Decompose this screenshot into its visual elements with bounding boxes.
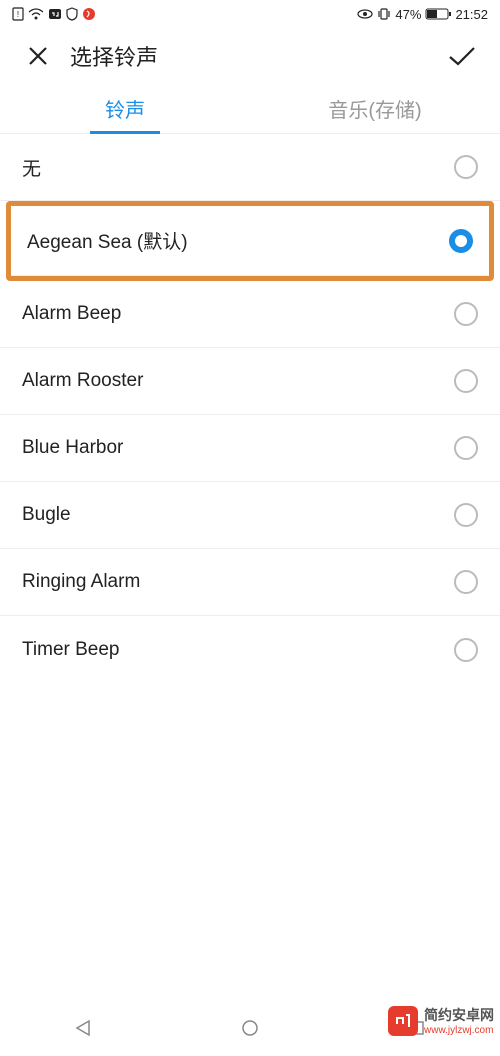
radio-unselected [454,570,478,594]
battery-icon [425,8,451,20]
ringtone-item-blue-harbor[interactable]: Blue Harbor [0,415,500,482]
header: 选择铃声 [0,28,500,84]
confirm-button[interactable] [444,38,480,74]
nav-home-button[interactable] [236,1014,264,1042]
wifi-icon [28,8,44,20]
watermark-name: 简约安卓网 [424,1005,494,1025]
radio-unselected [454,302,478,326]
shield-icon [66,7,78,21]
radio-unselected [454,503,478,527]
ringtone-item-bugle[interactable]: Bugle [0,482,500,549]
ringtone-item-ringing-alarm[interactable]: Ringing Alarm [0,549,500,616]
svg-text:!: ! [17,10,19,19]
tabs: 铃声 音乐(存储) [0,84,500,134]
highlight-box: Aegean Sea (默认) [6,201,494,281]
ringtone-label: Aegean Sea (默认) [27,227,188,254]
ringtone-item-alarm-rooster[interactable]: Alarm Rooster [0,348,500,415]
watermark: 简约安卓网 www.jylzwj.com [388,1005,494,1036]
watermark-logo-icon [388,1006,418,1036]
status-bar: ! 47% 21:52 [0,0,500,28]
radio-unselected [454,436,478,460]
music-app-icon [82,7,96,21]
ringtone-list: 无 Aegean Sea (默认) Alarm Beep Alarm Roost… [0,134,500,683]
ringtone-item-timer-beep[interactable]: Timer Beep [0,616,500,683]
watermark-text: 简约安卓网 www.jylzwj.com [424,1005,494,1036]
page-title: 选择铃声 [70,40,158,72]
status-left: ! [12,7,96,21]
tab-music-storage[interactable]: 音乐(存储) [250,84,500,133]
ringtone-label: Bugle [22,504,71,526]
sim-icon: ! [12,7,24,21]
tab-ringtone[interactable]: 铃声 [0,84,250,133]
close-button[interactable] [20,38,56,74]
ringtone-label: Alarm Beep [22,303,121,325]
status-time: 21:52 [455,7,488,22]
status-right: 47% 21:52 [357,7,488,22]
radio-unselected [454,369,478,393]
radio-unselected [454,638,478,662]
ringtone-item-alarm-beep[interactable]: Alarm Beep [0,281,500,348]
ringtone-label: Timer Beep [22,639,120,661]
eye-icon [357,9,373,19]
watermark-url: www.jylzwj.com [424,1025,494,1036]
radio-selected [449,229,473,253]
data-icon [48,8,62,20]
radio-unselected [454,155,478,179]
battery-percent: 47% [395,7,421,22]
ringtone-item-default[interactable]: Aegean Sea (默认) [11,206,489,276]
nav-back-button[interactable] [69,1014,97,1042]
ringtone-label: 无 [22,154,41,181]
ringtone-item-none[interactable]: 无 [0,134,500,201]
vibrate-icon [377,7,391,21]
ringtone-label: Ringing Alarm [22,571,140,593]
ringtone-label: Blue Harbor [22,437,123,459]
ringtone-label: Alarm Rooster [22,370,143,392]
